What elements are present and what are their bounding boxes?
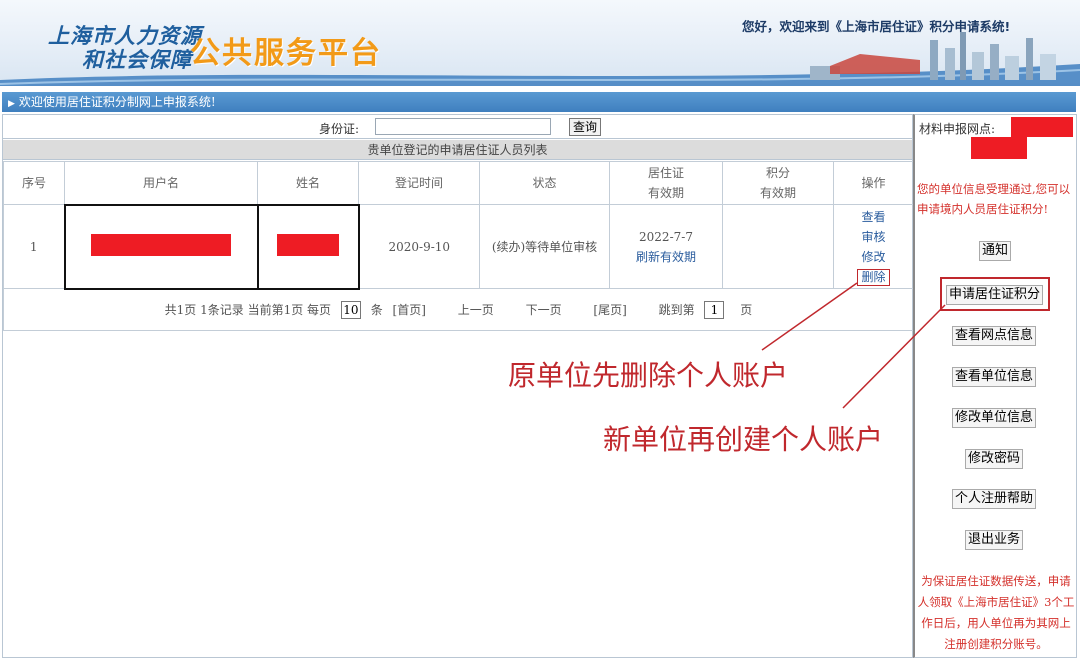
permit-expiry-date: 2022-7-7 <box>639 229 693 244</box>
jump-page-input[interactable]: 1 <box>704 301 725 319</box>
col-ops: 操作 <box>833 161 914 205</box>
row-permit-expiry: 2022-7-7 刷新有效期 <box>609 204 723 289</box>
delete-link-wrap: 删除 <box>834 267 913 287</box>
annotation-delete-account: 原单位先删除个人账户 <box>508 359 789 392</box>
col-name: 姓名 <box>257 161 359 205</box>
col-permit-expiry: 居住证 有效期 <box>609 161 723 205</box>
pager-row: 共1页 1条记录 当前第1页 每页 10 条 [首页] 上一页 下一页 [尾页]… <box>3 288 914 331</box>
redaction-bar <box>971 137 1027 159</box>
logo-title: 公共服务平台 <box>190 36 382 71</box>
redaction-bar <box>1011 117 1073 137</box>
last-page-link[interactable]: [尾页] <box>593 303 626 317</box>
view-company-button[interactable]: 查看单位信息 <box>952 367 1037 387</box>
register-help-button[interactable]: 个人注册帮助 <box>952 489 1037 509</box>
redaction-bar <box>91 234 231 256</box>
city-skyline-graphic <box>810 32 1056 80</box>
sidebar-footer-note: 为保证居住证数据传送，申请人领取《上海市居住证》3个工作日后，用人单位再为其网上… <box>917 574 1075 651</box>
col-points-expiry: 积分 有效期 <box>722 161 834 205</box>
notice-button[interactable]: 通知 <box>979 241 1012 261</box>
row-register-time: 2020-9-10 <box>358 204 480 289</box>
query-button[interactable]: 查询 <box>569 118 601 136</box>
row-points-expiry <box>722 204 834 289</box>
pager-unit: 条 <box>370 302 383 317</box>
logo-line2: 和社会保障 <box>82 48 192 72</box>
edit-company-button[interactable]: 修改单位信息 <box>952 408 1037 428</box>
list-title: 贵单位登记的申请居住证人员列表 <box>3 140 912 160</box>
row-name-redacted <box>256 203 360 290</box>
first-page-link[interactable]: [首页] <box>393 303 426 317</box>
jump-unit: 页 <box>740 302 753 317</box>
table-header-row: 序号 用户名 姓名 登记时间 状态 居住证 有效期 积分 有效期 操作 <box>3 161 914 205</box>
delete-link[interactable]: 删除 <box>857 268 890 286</box>
apply-points-button[interactable]: 申请居住证积分 <box>946 285 1044 305</box>
header-banner: 上海市人力资源 和社会保障 公共服务平台 您好，欢迎来到《上海市居住证》积分申请… <box>0 0 1080 86</box>
col-username: 用户名 <box>64 161 258 205</box>
view-outlet-button[interactable]: 查看网点信息 <box>952 326 1037 346</box>
view-link[interactable]: 查看 <box>834 207 913 227</box>
pager: 共1页 1条记录 当前第1页 每页 10 条 [首页] 上一页 下一页 [尾页]… <box>4 301 913 319</box>
refresh-expiry-link[interactable]: 刷新有效期 <box>610 247 722 267</box>
triangle-right-icon: ▶ <box>8 99 15 109</box>
col-index: 序号 <box>3 161 65 205</box>
annotation-create-account: 新单位再创建个人账户 <box>603 423 884 456</box>
pager-summary: 共1页 1条记录 当前第1页 每页 <box>164 302 332 317</box>
row-status: (续办)等待单位审核 <box>479 204 610 289</box>
next-page-link[interactable]: 下一页 <box>526 303 562 317</box>
material-point-label: 材料申报网点: <box>919 122 996 136</box>
redaction-bar <box>277 234 339 256</box>
search-row: 身份证: 查询 <box>3 115 912 139</box>
prev-page-link[interactable]: 上一页 <box>458 303 494 317</box>
id-card-input[interactable] <box>375 118 551 135</box>
id-card-label: 身份证: <box>319 122 360 136</box>
sidebar: 材料申报网点: 您的单位信息受理通过,您可以申请境内人员居住证积分! 通知 申请… <box>913 114 1077 658</box>
welcome-bar-text: 欢迎使用居住证积分制网上申报系统! <box>18 95 216 109</box>
col-status: 状态 <box>479 161 610 205</box>
approval-note: 您的单位信息受理通过,您可以申请境内人员居住证积分! <box>917 182 1071 216</box>
change-password-button[interactable]: 修改密码 <box>965 449 1024 469</box>
edit-link[interactable]: 修改 <box>834 247 913 267</box>
per-page-input[interactable]: 10 <box>340 301 361 319</box>
review-link[interactable]: 审核 <box>834 227 913 247</box>
welcome-bar: ▶ 欢迎使用居住证积分制网上申报系统! <box>2 92 1076 112</box>
logout-button[interactable]: 退出业务 <box>965 530 1024 550</box>
row-ops: 查看 审核 修改 删除 <box>833 204 914 289</box>
row-index: 1 <box>3 204 65 289</box>
applicant-table: 序号 用户名 姓名 登记时间 状态 居住证 有效期 积分 有效期 操作 1 2020… <box>3 161 914 331</box>
row-username-redacted <box>63 203 259 290</box>
table-row: 1 2020-9-10 (续办)等待单位审核 2022-7-7 刷新有效期 查看… <box>3 203 914 290</box>
jump-label: 跳到第 <box>658 302 695 317</box>
col-register-time: 登记时间 <box>358 161 480 205</box>
